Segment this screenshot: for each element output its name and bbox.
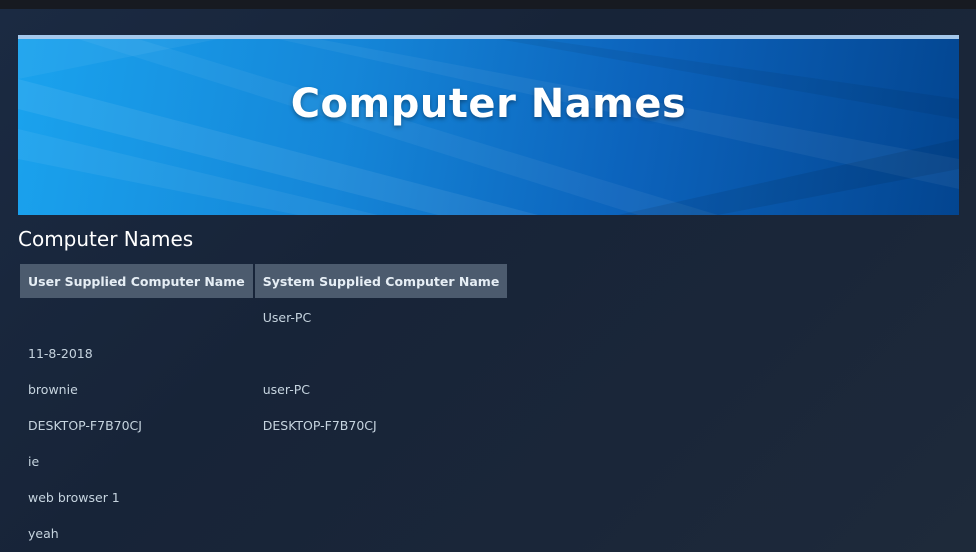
user-supplied-name-cell: [20, 300, 253, 334]
user-supplied-name-cell: web browser 1: [28, 489, 120, 505]
system-supplied-name-cell: [255, 444, 508, 478]
banner-title: Computer Names: [290, 81, 687, 127]
table-row: brownie user-PC: [20, 372, 507, 406]
user-supplied-name-cell: yeah: [28, 525, 59, 541]
system-supplied-name-cell: DESKTOP-F7B70CJ: [262, 417, 377, 433]
page-banner: Computer Names: [18, 35, 959, 215]
top-bar: [0, 0, 976, 9]
banner-stripes-decoration: [18, 39, 959, 215]
table-row: web browser 1: [20, 480, 507, 514]
computer-names-table: User Supplied Computer Name System Suppl…: [18, 262, 509, 552]
user-supplied-name-cell: 11-8-2018: [28, 345, 93, 361]
column-header-system-supplied: System Supplied Computer Name: [254, 264, 508, 298]
table-row: ie: [20, 444, 507, 478]
user-supplied-name-cell: brownie: [28, 381, 78, 397]
table-row: yeah: [20, 516, 507, 550]
system-supplied-name-cell: [255, 336, 508, 370]
section-title: Computer Names: [18, 227, 194, 251]
system-supplied-name-cell: [255, 480, 508, 514]
user-supplied-name-cell: ie: [28, 453, 40, 469]
table-header-row: User Supplied Computer Name System Suppl…: [20, 264, 508, 298]
system-supplied-name-cell: User-PC: [262, 309, 312, 325]
table-row: User-PC: [20, 300, 507, 334]
system-supplied-name-cell: user-PC: [262, 381, 310, 397]
table-row: 11-8-2018: [20, 336, 507, 370]
system-supplied-name-cell: [255, 516, 508, 550]
user-supplied-name-cell: DESKTOP-F7B70CJ: [28, 417, 142, 433]
table-row: DESKTOP-F7B70CJ DESKTOP-F7B70CJ: [20, 408, 507, 442]
column-header-user-supplied: User Supplied Computer Name: [20, 264, 253, 298]
